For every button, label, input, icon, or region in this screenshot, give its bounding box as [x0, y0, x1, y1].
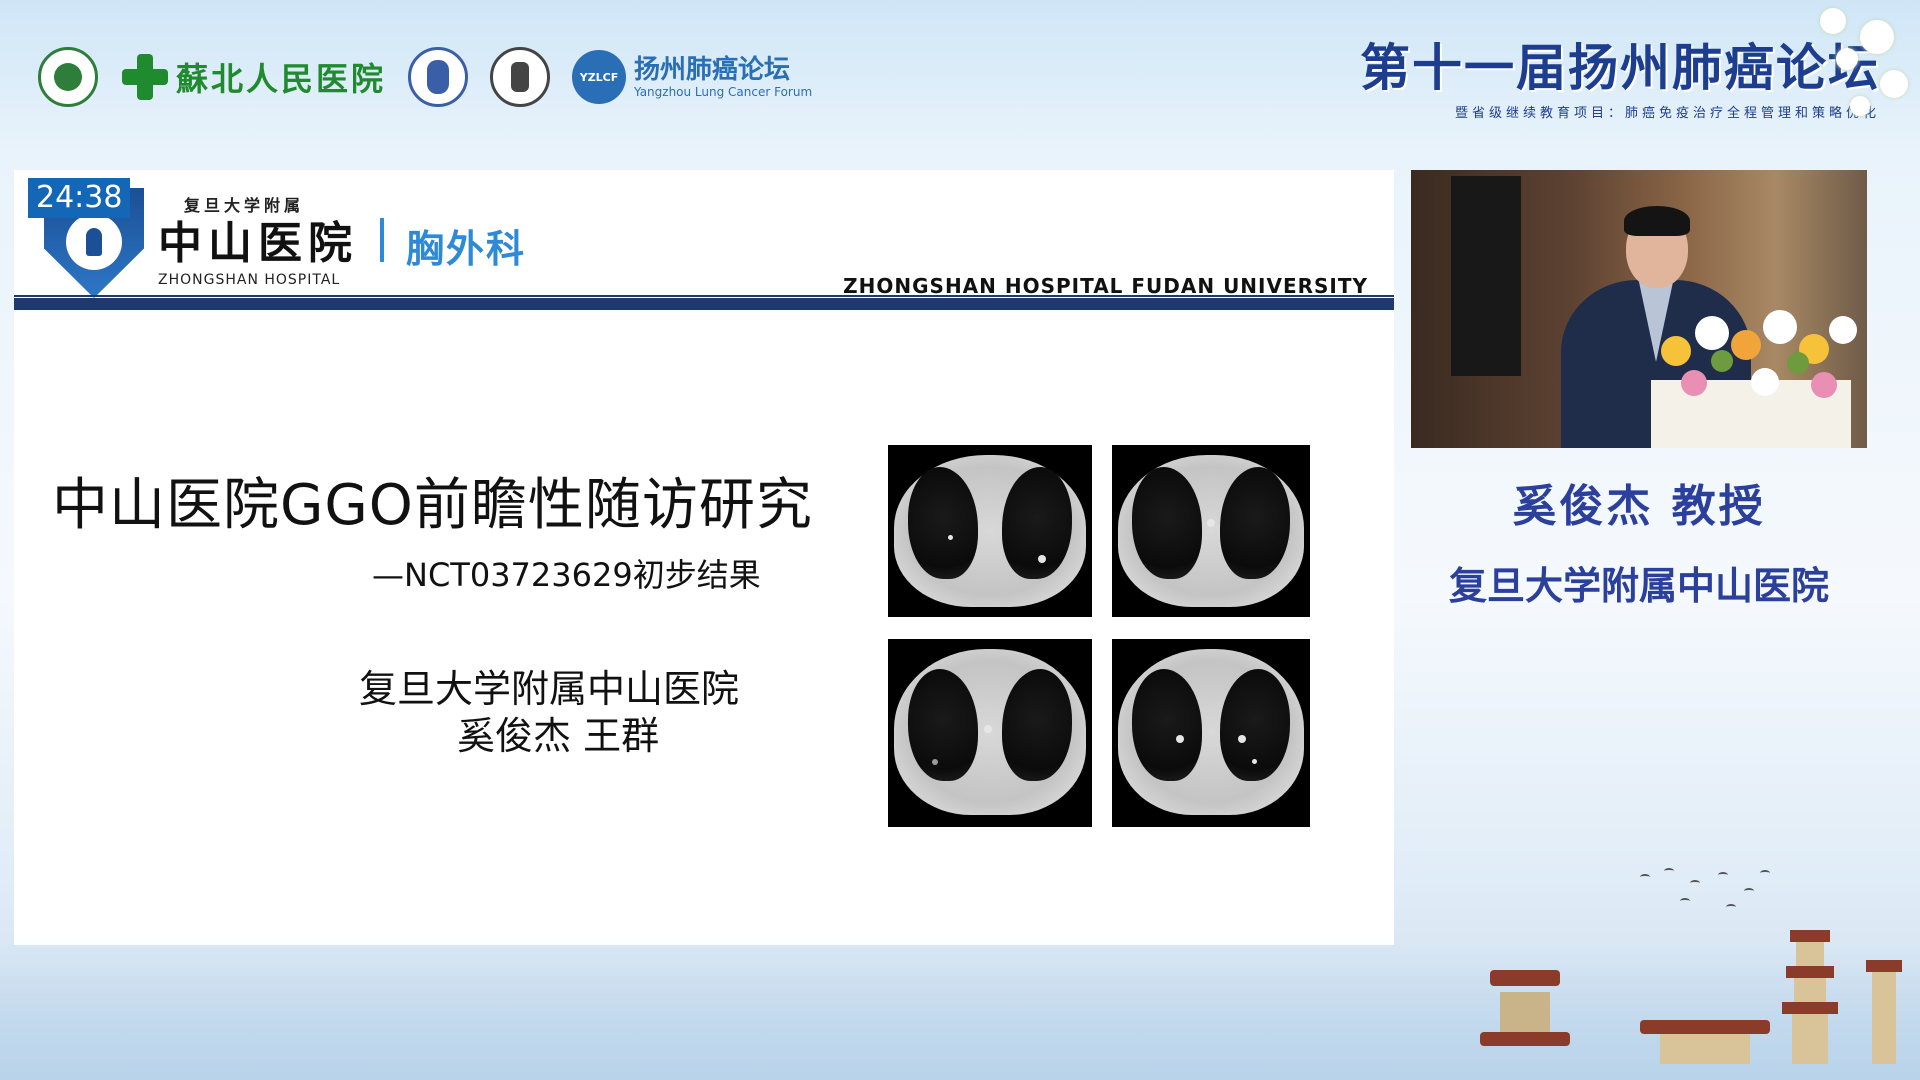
- slide-authors: 奚俊杰 王群: [457, 714, 660, 758]
- speaker-hair: [1624, 206, 1690, 236]
- subei-hospital-logo: 蘇北人民医院: [120, 52, 386, 102]
- sponsor-logos: 蘇北人民医院 YZLCF 扬州肺癌论坛 Yangzhou Lung Cancer…: [38, 42, 812, 112]
- medical-society-logo-icon: [490, 47, 551, 107]
- ct-scan-image: [888, 639, 1092, 827]
- header-divider: [380, 218, 384, 262]
- department-name: 胸外科: [406, 227, 527, 271]
- forum-name-en: Yangzhou Lung Cancer Forum: [634, 85, 813, 99]
- speaker-name: 奚俊杰 教授: [1512, 481, 1766, 532]
- hospital-name-block: 复旦大学附属 中山医院 ZHONGSHAN HOSPITAL: [158, 192, 358, 288]
- hospital-name: 中山医院: [158, 218, 358, 269]
- hospital-name-en: ZHONGSHAN HOSPITAL: [158, 272, 341, 288]
- slide-header: 24:38 1937 复旦大学附属 中山医院 ZHONGSHAN HOSPITA…: [14, 170, 1394, 298]
- ct-scan-image: [888, 445, 1092, 617]
- pagoda-scenery-icon: [1380, 820, 1920, 1080]
- green-cross-icon: [120, 52, 170, 102]
- society-logo-icon: [38, 47, 98, 107]
- presentation-slide: 24:38 1937 复旦大学附属 中山医院 ZHONGSHAN HOSPITA…: [14, 170, 1394, 945]
- loudspeaker-icon: [1451, 176, 1521, 376]
- forum-badge-icon: YZLCF: [572, 50, 627, 104]
- speaker-video: [1411, 170, 1867, 448]
- medical-association-logo-icon: [408, 47, 469, 107]
- ct-image-grid: [888, 445, 1316, 831]
- conference-banner: 蘇北人民医院 YZLCF 扬州肺癌论坛 Yangzhou Lung Cancer…: [0, 0, 1920, 165]
- slide-title: 中山医院GGO前瞻性随访研究: [52, 473, 813, 538]
- forum-logo: YZLCF 扬州肺癌论坛 Yangzhou Lung Cancer Forum: [572, 50, 812, 104]
- forum-name-cn: 扬州肺癌论坛: [634, 55, 791, 85]
- ct-scan-image: [1112, 445, 1310, 617]
- subei-hospital-name: 蘇北人民医院: [176, 60, 387, 98]
- flower-arrangement-icon: [1651, 296, 1865, 416]
- hospital-affiliation: 复旦大学附属: [184, 196, 305, 215]
- header-rule: [14, 295, 1394, 310]
- slide-subtitle: —NCT03723629初步结果: [372, 556, 761, 594]
- ct-scan-image: [1112, 639, 1310, 827]
- shield-year: 1937: [82, 256, 106, 266]
- speaker-institution: 复旦大学附属中山医院: [1448, 564, 1829, 608]
- blossom-decoration-icon: [1800, 0, 1920, 140]
- timer-badge: 24:38: [28, 178, 131, 218]
